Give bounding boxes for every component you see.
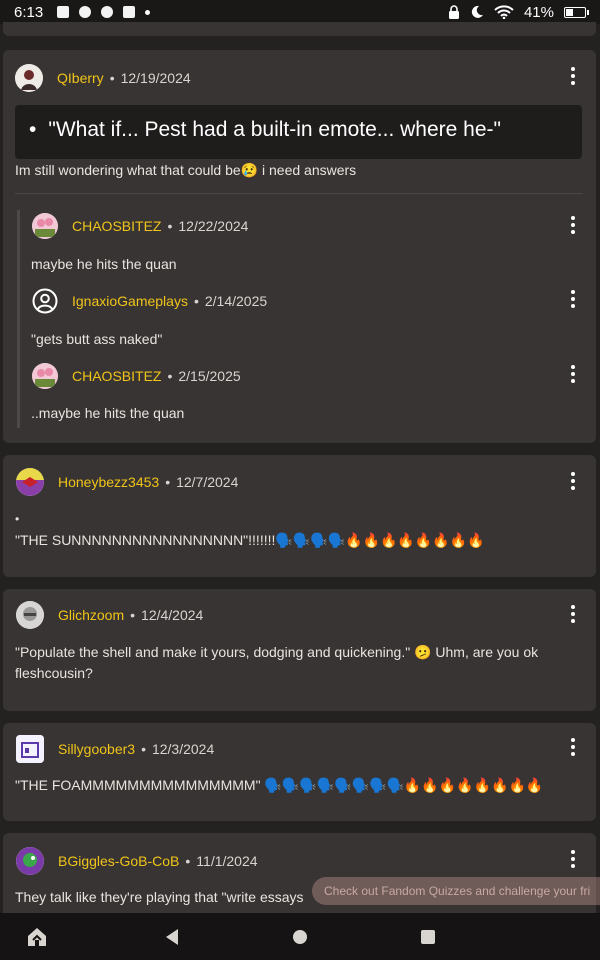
separator: •: [130, 607, 136, 623]
back-icon[interactable]: [162, 913, 182, 960]
lock-icon: [448, 5, 459, 19]
reply-header: IgnaxioGameplays • 2/14/2025: [32, 288, 267, 314]
previous-card-bottom: [3, 22, 596, 36]
book-icon: [123, 6, 136, 18]
separator: •: [193, 293, 199, 309]
more-options-icon[interactable]: [571, 365, 575, 383]
comment-header: BGiggles-GoB-CoB • 11/1/2024: [16, 847, 258, 875]
comment-header: QIberry • 12/19/2024: [15, 64, 191, 92]
avatar[interactable]: [32, 363, 58, 389]
system-nav-bar: [0, 913, 600, 960]
comment-card: Glichzoom • 12/4/2024 "Populate the shel…: [3, 589, 596, 711]
quote-bullet: •: [29, 118, 37, 141]
comment-card: Sillygoober3 • 12/3/2024 "THE FOAMMMMMMM…: [3, 723, 596, 821]
comment-header: Honeybezz3453 • 12/7/2024: [16, 468, 238, 496]
username[interactable]: Honeybezz3453: [58, 474, 159, 490]
divider: [15, 193, 583, 194]
separator: •: [141, 741, 146, 757]
avatar[interactable]: [16, 847, 44, 875]
comment-date: 12/7/2024: [176, 474, 239, 490]
comment-date: 12/19/2024: [120, 70, 191, 86]
chat-icon: [101, 6, 114, 18]
thread-line: [17, 210, 20, 428]
separator: •: [165, 474, 171, 490]
avatar[interactable]: [32, 213, 58, 239]
more-options-icon[interactable]: [571, 738, 575, 756]
reply-text: "gets butt ass naked": [31, 331, 163, 347]
reply-text: ..maybe he hits the quan: [31, 405, 185, 421]
comment-text: Im still wondering what that could be😢 i…: [15, 162, 357, 178]
bullet: •: [15, 512, 20, 526]
username[interactable]: CHAOSBITEZ: [72, 368, 161, 384]
comment-header: Glichzoom • 12/4/2024: [16, 601, 203, 629]
reply-text: maybe he hits the quan: [31, 256, 177, 272]
comment-date: 11/1/2024: [196, 853, 258, 869]
avatar[interactable]: [15, 64, 43, 92]
comment-card: QIberry • 12/19/2024 • "What if... Pest h…: [3, 50, 596, 443]
more-options-icon[interactable]: [571, 605, 575, 623]
comment-text: "THE SUNNNNNNNNNNNNNNNNN"!!!!!!!🗣️🗣️🗣️🗣️…: [15, 532, 485, 548]
avatar[interactable]: [16, 735, 44, 763]
moon-icon: [471, 5, 483, 18]
battery-percent: 41%: [523, 3, 554, 21]
username[interactable]: Glichzoom: [58, 607, 124, 623]
avatar[interactable]: [16, 468, 44, 496]
separator: •: [109, 70, 115, 86]
recents-icon[interactable]: [418, 913, 438, 960]
comment-text: They talk like they're playing that "wri…: [15, 889, 304, 905]
gallery-icon: [57, 6, 70, 18]
separator: •: [167, 368, 173, 384]
avatar[interactable]: [16, 601, 44, 629]
home-app-icon[interactable]: [24, 913, 50, 960]
dot-icon: [145, 9, 151, 15]
comment-text: "Populate the shell and make it yours, d…: [15, 644, 539, 681]
status-bar: 6:13 41%: [0, 0, 600, 24]
status-time: 6:13: [14, 3, 44, 21]
comment-header: Sillygoober3 • 12/3/2024: [16, 735, 214, 763]
username[interactable]: BGiggles-GoB-CoB: [58, 853, 179, 869]
reply-date: 12/22/2024: [178, 218, 249, 234]
reply-header: CHAOSBITEZ • 12/22/2024: [32, 213, 248, 239]
separator: •: [167, 218, 173, 234]
battery-icon: [564, 6, 589, 18]
battery-fill: [566, 8, 573, 16]
username[interactable]: CHAOSBITEZ: [72, 218, 161, 234]
reply-date: 2/15/2025: [178, 368, 241, 384]
promo-toast[interactable]: Check out Fandom Quizzes and challenge y…: [312, 877, 600, 905]
more-options-icon[interactable]: [571, 67, 575, 85]
quote-block: • "What if... Pest had a built-in emote..…: [15, 105, 582, 159]
username[interactable]: Sillygoober3: [58, 741, 135, 757]
more-options-icon[interactable]: [571, 472, 575, 490]
separator: •: [185, 853, 191, 869]
comment-text: "THE FOAMMMMMMMMMMMMMMM" 🗣️🗣️🗣️🗣️🗣️🗣️🗣️🗣…: [15, 777, 544, 793]
username[interactable]: QIberry: [57, 70, 104, 86]
comment-card: Honeybezz3453 • 12/7/2024 • "THE SUNNNNN…: [3, 455, 596, 577]
more-options-icon[interactable]: [571, 850, 575, 868]
username[interactable]: IgnaxioGameplays: [72, 293, 188, 309]
wifi-icon: [494, 5, 514, 19]
timer-icon: [79, 6, 92, 18]
default-avatar-icon[interactable]: [32, 288, 58, 314]
comment-date: 12/4/2024: [141, 607, 204, 623]
reply-header: CHAOSBITEZ • 2/15/2025: [32, 363, 241, 389]
quote-text: "What if... Pest had a built-in emote...…: [48, 118, 501, 141]
home-icon[interactable]: [290, 913, 310, 960]
comment-date: 12/3/2024: [151, 741, 215, 757]
reply-date: 2/14/2025: [204, 293, 268, 309]
more-options-icon[interactable]: [571, 290, 575, 308]
more-options-icon[interactable]: [571, 216, 575, 234]
